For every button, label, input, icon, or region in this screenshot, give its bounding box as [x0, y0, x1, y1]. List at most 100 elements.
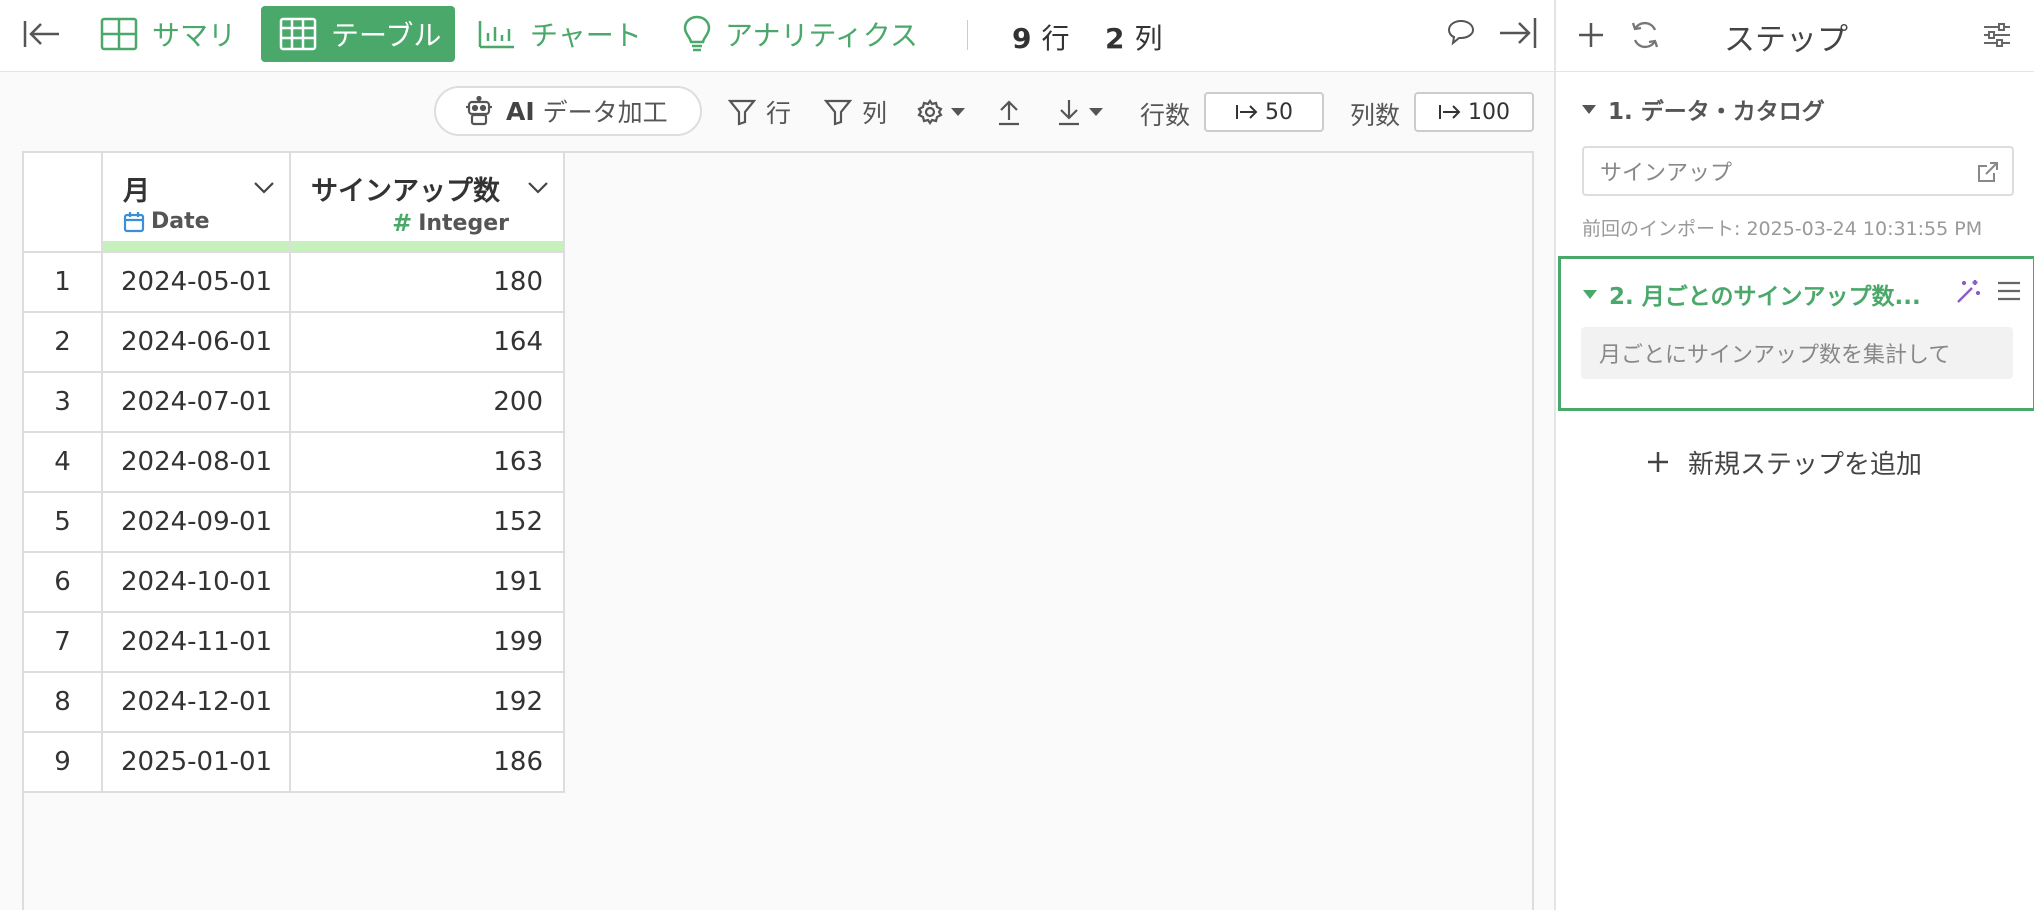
cell-value[interactable]: 192: [289, 671, 565, 733]
external-link-icon[interactable]: [1976, 160, 2000, 184]
column-type: Date: [123, 209, 210, 234]
cell-date[interactable]: 2024-07-01: [101, 371, 291, 433]
table-row: 6 2024-10-01 191: [22, 551, 565, 613]
row-index: 6: [22, 551, 103, 613]
ai-data-wrangling-button[interactable]: AI データ加工: [434, 86, 702, 136]
cell-date[interactable]: 2024-06-01: [101, 311, 291, 373]
column-type-bar: [291, 241, 563, 251]
step-2-title: 2. 月ごとのサインアップ数...: [1609, 284, 1921, 310]
upload-icon: [999, 100, 1019, 126]
rows-limit-value: 50: [1265, 99, 1293, 125]
row-index: 9: [22, 731, 103, 793]
filter-icon: [824, 99, 852, 126]
collapse-right-icon[interactable]: [1498, 15, 1538, 51]
cell-value[interactable]: 186: [289, 731, 565, 793]
tab-summary[interactable]: サマリ: [100, 6, 236, 62]
cell-value[interactable]: 163: [289, 431, 565, 493]
chevron-down-icon[interactable]: [253, 181, 275, 195]
caret-down-icon: [1583, 289, 1597, 299]
gear-icon: [917, 99, 943, 125]
column-name: サインアップ数: [311, 176, 500, 207]
column-header-signups[interactable]: サインアップ数 # Integer: [289, 151, 565, 253]
column-count-value: 2: [1105, 22, 1125, 55]
table-toolbar: AI データ加工 行 列 行数 50 列数 100: [0, 72, 1554, 152]
column-type-bar: [103, 241, 289, 251]
magic-wand-icon[interactable]: [1955, 277, 1983, 305]
cell-value[interactable]: 199: [289, 611, 565, 673]
tab-chart[interactable]: チャート: [478, 6, 642, 62]
settings-dropdown-button[interactable]: [916, 96, 966, 128]
collapse-left-button[interactable]: [20, 6, 64, 62]
cell-date[interactable]: 2024-05-01: [101, 251, 291, 313]
table-row: 2 2024-06-01 164: [22, 311, 565, 373]
steps-panel: ステップ 1. データ・カタログ サインアップ 前回のインポート: 2025-0…: [1554, 0, 2034, 910]
cols-limit-input[interactable]: 100: [1414, 92, 1534, 132]
robot-icon: [466, 96, 492, 126]
cell-value[interactable]: 164: [289, 311, 565, 373]
row-index: 5: [22, 491, 103, 553]
comment-icon[interactable]: [1446, 17, 1476, 47]
caret-down-icon: [1582, 104, 1596, 114]
cell-value[interactable]: 200: [289, 371, 565, 433]
cell-value[interactable]: 180: [289, 251, 565, 313]
chevron-down-icon[interactable]: [527, 181, 549, 195]
column-filter-button[interactable]: 列: [824, 96, 887, 128]
arrow-to-right-icon: [1236, 105, 1258, 119]
cell-value[interactable]: 152: [289, 491, 565, 553]
table-row: 4 2024-08-01 163: [22, 431, 565, 493]
tab-analytics[interactable]: アナリティクス: [683, 6, 918, 62]
cell-date[interactable]: 2025-01-01: [101, 731, 291, 793]
plus-icon: [1648, 452, 1668, 472]
cell-date[interactable]: 2024-08-01: [101, 431, 291, 493]
refresh-icon[interactable]: [1628, 18, 1662, 52]
step-2-card[interactable]: 2. 月ごとのサインアップ数... 月ごとにサインアップ数を集計して: [1558, 256, 2034, 411]
cell-date[interactable]: 2024-10-01: [101, 551, 291, 613]
column-type: # Integer: [392, 209, 509, 237]
column-header-month[interactable]: 月 Date: [101, 151, 291, 253]
tab-table[interactable]: テーブル: [261, 6, 455, 62]
step-2-header[interactable]: 2. 月ごとのサインアップ数...: [1583, 277, 1921, 311]
row-filter-button[interactable]: 行: [728, 96, 791, 128]
download-dropdown-button[interactable]: [1056, 96, 1104, 128]
column-filter-label: 列: [862, 99, 888, 128]
tab-table-label: テーブル: [331, 19, 442, 52]
rows-limit-input[interactable]: 50: [1204, 92, 1324, 132]
row-index: 2: [22, 311, 103, 373]
table-row: 1 2024-05-01 180: [22, 251, 565, 313]
data-table: 月 Date サインアップ数 # Integer 1 2024-05-01 18…: [22, 151, 565, 793]
caret-down-icon: [951, 108, 965, 116]
sliders-icon[interactable]: [1982, 20, 2012, 50]
rows-limit-label: 行数: [1140, 101, 1191, 130]
bar-chart-icon: [478, 21, 514, 49]
table-grid-icon: [279, 17, 317, 51]
step-1-header[interactable]: 1. データ・カタログ: [1582, 92, 1825, 126]
download-icon: [1059, 100, 1079, 126]
table-row: 8 2024-12-01 192: [22, 671, 565, 733]
row-index-header: [22, 151, 103, 253]
toolbar-divider: [967, 20, 968, 50]
column-type-label: Date: [151, 209, 210, 234]
calendar-icon: [123, 211, 145, 232]
hamburger-menu-icon[interactable]: [1995, 277, 2023, 305]
last-import-info: 前回のインポート: 2025-03-24 10:31:55 PM: [1582, 218, 1983, 240]
add-new-step-button[interactable]: 新規ステップを追加: [1646, 442, 1922, 482]
row-count-value: 9: [1012, 22, 1032, 55]
table-row: 9 2025-01-01 186: [22, 731, 565, 793]
cell-date[interactable]: 2024-11-01: [101, 611, 291, 673]
upload-button[interactable]: [996, 96, 1022, 128]
table-header-row: 月 Date サインアップ数 # Integer: [22, 151, 565, 253]
cell-value[interactable]: 191: [289, 551, 565, 613]
cell-date[interactable]: 2024-12-01: [101, 671, 291, 733]
cell-date[interactable]: 2024-09-01: [101, 491, 291, 553]
row-index: 4: [22, 431, 103, 493]
row-count: 9行: [1012, 17, 1070, 57]
summary-grid-icon: [100, 17, 138, 51]
add-new-step-label: 新規ステップを追加: [1688, 449, 1923, 480]
lightbulb-icon: [683, 15, 711, 52]
step-2-description[interactable]: 月ごとにサインアップ数を集計して: [1581, 327, 2013, 379]
cols-limit-label: 列数: [1350, 101, 1401, 130]
plus-icon[interactable]: [1576, 20, 1606, 50]
steps-panel-title: ステップ: [1724, 22, 1848, 58]
row-index: 1: [22, 251, 103, 313]
data-source-field[interactable]: サインアップ: [1582, 146, 2014, 196]
